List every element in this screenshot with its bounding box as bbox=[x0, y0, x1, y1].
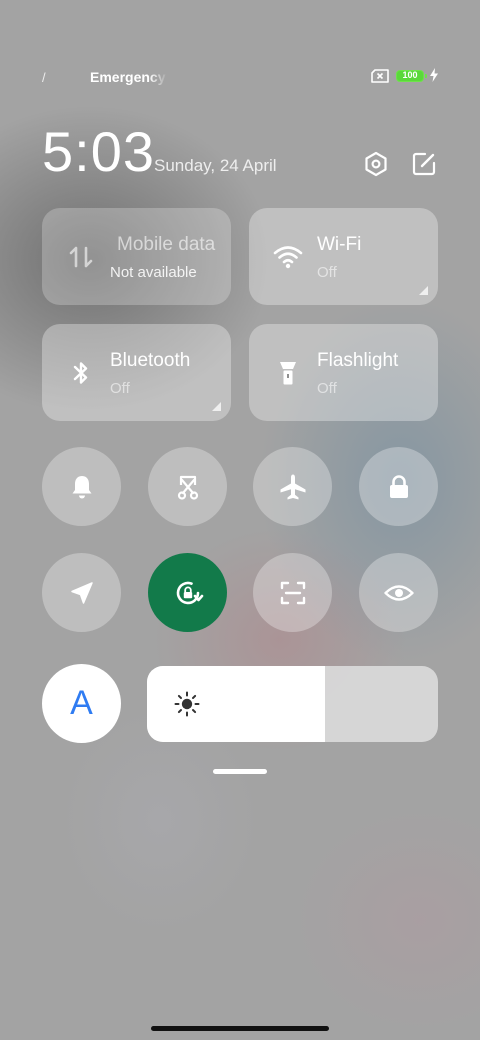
bluetooth-title: Bluetooth bbox=[110, 350, 191, 371]
expand-corner-icon[interactable] bbox=[212, 402, 221, 411]
settings-icon[interactable] bbox=[362, 150, 390, 178]
edit-icon[interactable] bbox=[410, 150, 438, 178]
carrier-label: Emergency bbox=[90, 69, 166, 85]
rotation-lock-toggle[interactable] bbox=[148, 553, 227, 632]
expand-corner-icon[interactable] bbox=[419, 286, 428, 295]
panel-drag-handle[interactable] bbox=[213, 769, 267, 774]
wifi-status: Off bbox=[317, 264, 337, 281]
scanner-toggle[interactable] bbox=[253, 553, 332, 632]
mobile-data-title: Mobile data bbox=[117, 234, 216, 255]
rotation-lock-icon bbox=[176, 581, 203, 604]
mobile-data-tile[interactable]: Mobile data Not available bbox=[42, 208, 231, 305]
airplane-icon bbox=[280, 474, 305, 499]
wifi-tile[interactable]: Wi-Fi Off bbox=[249, 208, 438, 305]
status-bar: / Emergency 100 bbox=[0, 62, 480, 90]
battery-indicator: 100 bbox=[396, 70, 427, 82]
charging-icon bbox=[430, 68, 438, 82]
mobile-data-arrows-icon bbox=[69, 246, 93, 268]
reading-mode-toggle[interactable] bbox=[359, 553, 438, 632]
screenshot-toggle[interactable] bbox=[148, 447, 227, 526]
bell-icon bbox=[72, 475, 91, 498]
signal-indicator: / bbox=[42, 70, 46, 85]
location-arrow-icon bbox=[70, 581, 93, 604]
bluetooth-icon bbox=[73, 362, 88, 384]
clock: 5:03 bbox=[42, 120, 155, 183]
lock-icon bbox=[389, 474, 408, 498]
home-indicator[interactable] bbox=[151, 1026, 329, 1031]
flashlight-title: Flashlight bbox=[317, 350, 399, 371]
no-sim-icon bbox=[371, 69, 389, 83]
date-label[interactable]: Sunday, 24 April bbox=[154, 156, 277, 176]
screenshot-icon bbox=[177, 475, 198, 500]
flashlight-icon bbox=[280, 362, 296, 385]
mobile-data-status: Not available bbox=[110, 264, 197, 281]
scan-icon bbox=[280, 581, 305, 604]
mute-toggle[interactable] bbox=[42, 447, 121, 526]
eye-icon bbox=[383, 584, 414, 601]
bluetooth-tile[interactable]: Bluetooth Off bbox=[42, 324, 231, 421]
flashlight-tile[interactable]: Flashlight Off bbox=[249, 324, 438, 421]
lock-screen-toggle[interactable] bbox=[359, 447, 438, 526]
bluetooth-status: Off bbox=[110, 380, 130, 397]
location-toggle[interactable] bbox=[42, 553, 121, 632]
flashlight-status: Off bbox=[317, 380, 337, 397]
wifi-title: Wi-Fi bbox=[317, 234, 362, 255]
wifi-icon bbox=[273, 246, 303, 269]
airplane-mode-toggle[interactable] bbox=[253, 447, 332, 526]
sun-icon bbox=[174, 691, 200, 717]
auto-brightness-button[interactable]: A bbox=[42, 664, 121, 743]
brightness-slider[interactable] bbox=[147, 666, 438, 742]
